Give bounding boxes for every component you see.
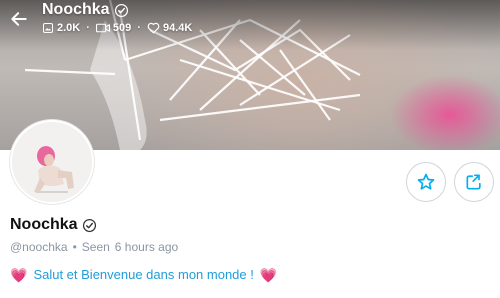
seen-time: 6 hours ago xyxy=(114,240,179,254)
header-title: Noochka xyxy=(42,1,129,19)
verified-badge-icon xyxy=(82,218,96,232)
profile-bio: 💗 Salut et Bienvenue dans mon monde ! 💗 xyxy=(10,267,277,282)
pink-heart-emoji: 💗 xyxy=(259,266,278,283)
stats-separator: · xyxy=(137,22,141,34)
favorite-button[interactable] xyxy=(406,162,446,202)
video-count: 509 xyxy=(95,22,131,34)
pink-heart-emoji: 💗 xyxy=(10,266,28,283)
video-icon xyxy=(95,23,110,33)
verified-badge-icon xyxy=(114,3,128,17)
meta-separator: • xyxy=(72,240,77,254)
share-button[interactable] xyxy=(454,162,494,202)
seen-label: Seen xyxy=(81,240,110,254)
profile-meta: @noochka • Seen 6 hours ago xyxy=(10,240,178,254)
star-outline-icon xyxy=(417,173,435,190)
header-name: Noochka xyxy=(42,1,110,18)
profile-handle: @noochka xyxy=(10,240,68,254)
likes-count: 94.4K xyxy=(147,22,192,34)
profile-name-row: Noochka xyxy=(10,216,97,234)
share-icon xyxy=(466,174,481,190)
avatar[interactable] xyxy=(10,120,94,204)
image-icon xyxy=(43,23,53,33)
bio-text: Salut et Bienvenue dans mon monde ! xyxy=(33,267,254,282)
profile-name: Noochka xyxy=(10,216,78,233)
heart-outline-icon xyxy=(147,22,160,34)
media-count: 2.0K xyxy=(42,22,80,34)
stats-separator: · xyxy=(86,22,90,34)
back-button[interactable] xyxy=(8,8,30,30)
header-stats: 2.0K · 509 · 94.4K xyxy=(42,22,192,34)
avatar-photo xyxy=(12,122,92,202)
arrow-left-icon xyxy=(11,12,27,26)
